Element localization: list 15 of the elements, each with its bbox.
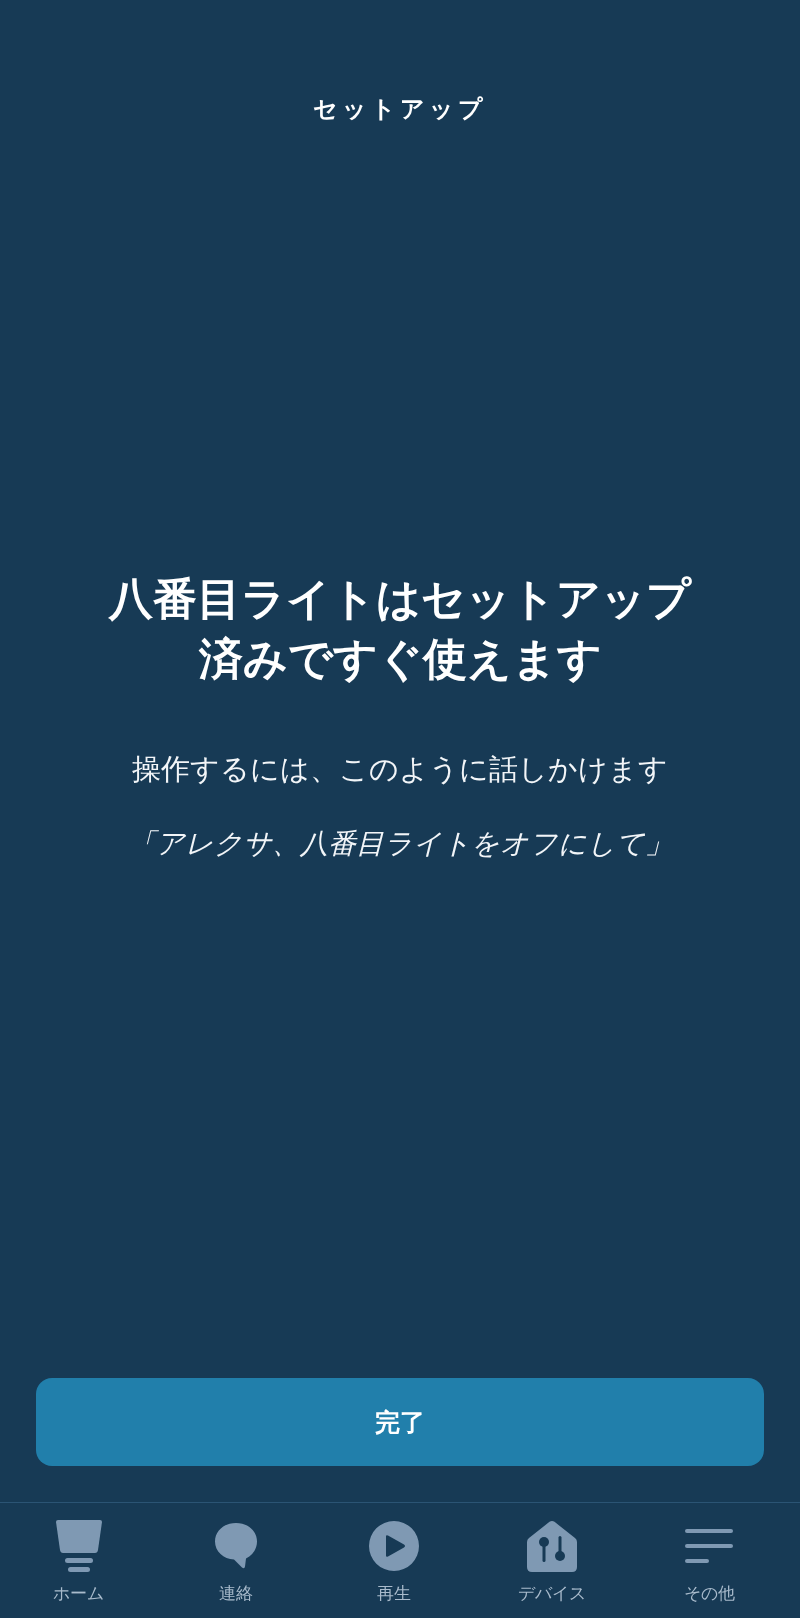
nav-tab[interactable]: ホーム <box>0 1503 158 1618</box>
house-sliders-icon <box>526 1520 577 1572</box>
nav-tab[interactable]: 再生 <box>315 1503 473 1618</box>
done-button[interactable]: 完了 <box>36 1378 764 1466</box>
success-heading: 八番目ライトはセットアップ済みですぐ使えます <box>107 572 693 686</box>
example-phrase: 「アレクサ、八番目ライトをオフにして」 <box>127 826 673 862</box>
menu-icon <box>685 1529 734 1563</box>
nav-tab[interactable]: 連絡 <box>157 1503 316 1618</box>
nav-tab[interactable]: デバイス <box>472 1503 631 1618</box>
page-title: セットアップ <box>313 94 487 125</box>
speech-bubble-icon <box>214 1522 259 1570</box>
play-icon <box>369 1521 419 1571</box>
nav-tab[interactable]: その他 <box>630 1503 788 1618</box>
instruction-text: 操作するには、このように話しかけます <box>132 751 668 788</box>
speaker-icon <box>54 1519 103 1573</box>
